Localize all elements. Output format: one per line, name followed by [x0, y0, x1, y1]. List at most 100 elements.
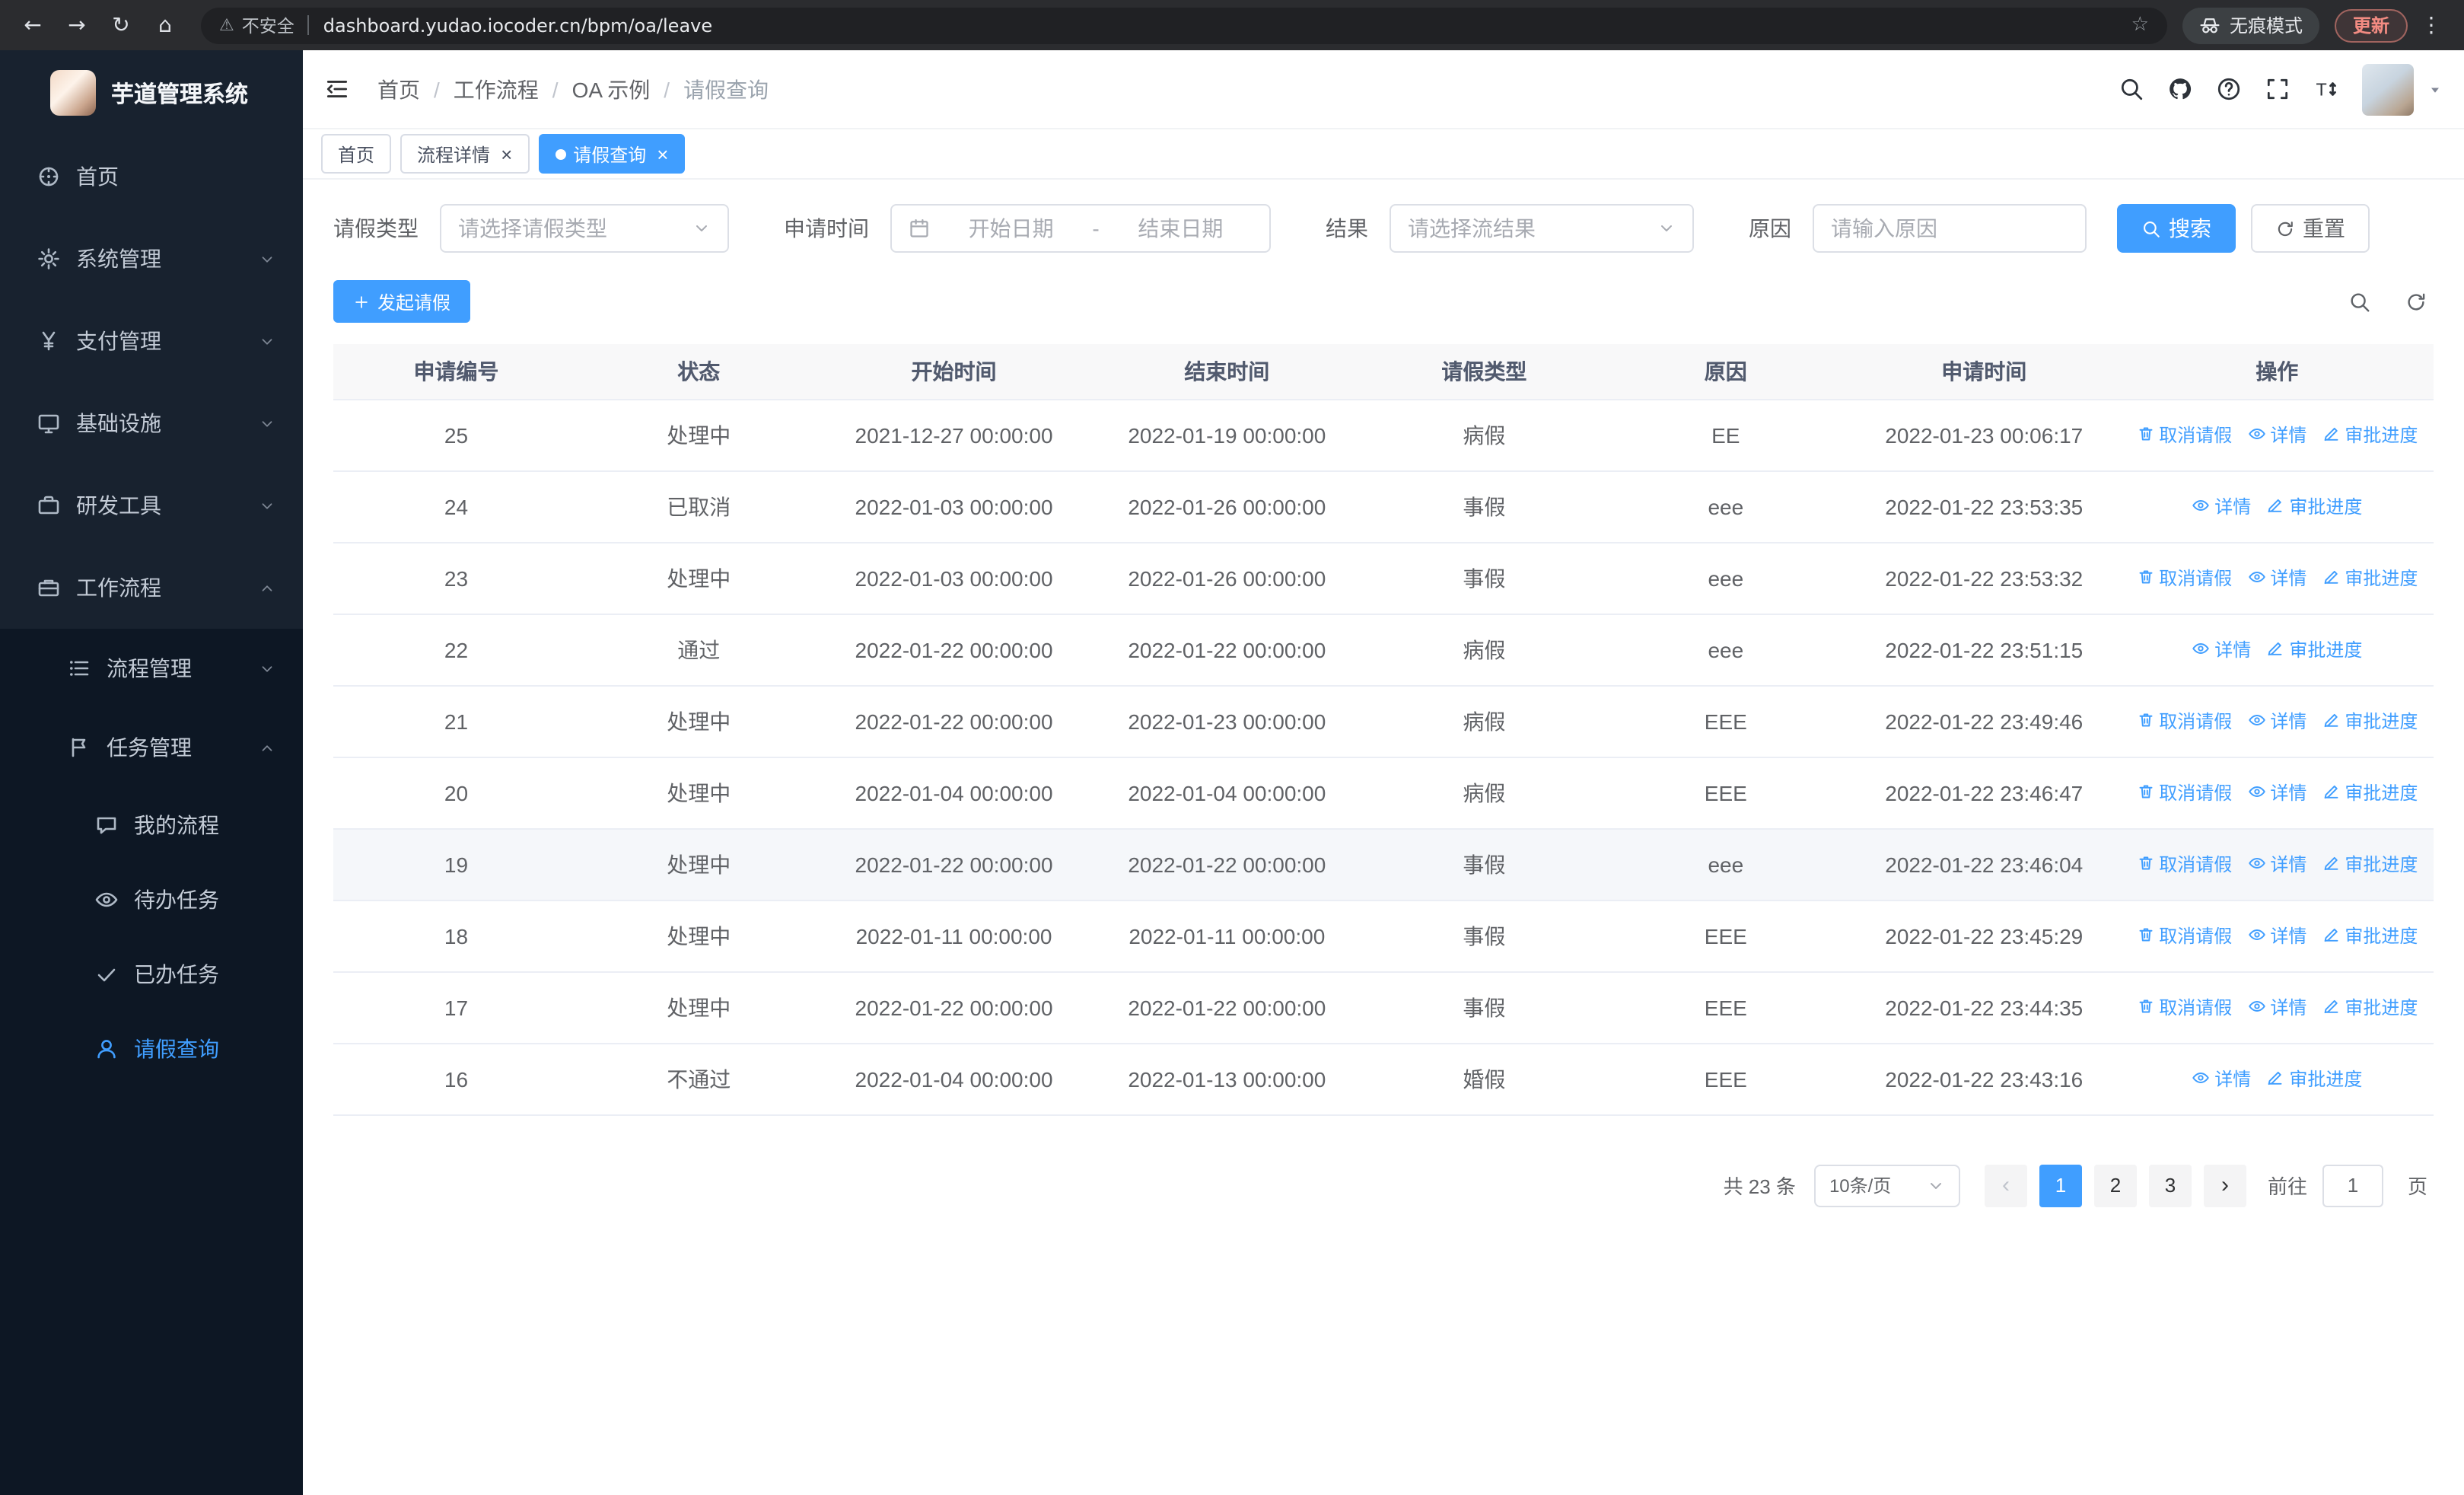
- page-button-1[interactable]: 1: [2039, 1164, 2082, 1207]
- cancel-leave-link[interactable]: 取消请假: [2136, 565, 2232, 591]
- progress-link[interactable]: 审批进度: [2322, 779, 2418, 805]
- search-button[interactable]: 搜索: [2117, 204, 2236, 253]
- cancel-leave-link[interactable]: 取消请假: [2136, 994, 2232, 1020]
- browser-forward-icon[interactable]: →: [56, 5, 97, 46]
- trash-icon: [2136, 569, 2154, 587]
- table-toolbar: 发起请假: [333, 280, 2434, 323]
- github-icon[interactable]: [2167, 76, 2193, 102]
- progress-link[interactable]: 审批进度: [2266, 636, 2362, 662]
- create-leave-button[interactable]: 发起请假: [333, 280, 471, 323]
- page-button-2[interactable]: 2: [2093, 1164, 2137, 1207]
- progress-link[interactable]: 审批进度: [2322, 994, 2418, 1020]
- tab-label: 请假查询: [573, 144, 647, 165]
- cancel-leave-link[interactable]: 取消请假: [2136, 779, 2232, 805]
- next-page-button[interactable]: ›: [2203, 1164, 2246, 1207]
- tab-process-detail[interactable]: 流程详情 ×: [400, 134, 530, 174]
- update-button[interactable]: 更新: [2334, 8, 2408, 42]
- detail-link[interactable]: 详情: [2247, 565, 2306, 591]
- cell-leave-type: 婚假: [1364, 1043, 1604, 1115]
- sidebar-item-process-management[interactable]: 流程管理: [0, 629, 303, 708]
- sidebar-item-payment[interactable]: 支付管理: [0, 300, 303, 382]
- end-date-placeholder[interactable]: 结束日期: [1109, 213, 1253, 244]
- browser-home-icon[interactable]: ⌂: [145, 5, 186, 46]
- sidebar-item-done-tasks[interactable]: 已办任务: [0, 936, 303, 1011]
- help-icon[interactable]: [2216, 76, 2242, 102]
- edit-icon: [2322, 712, 2340, 730]
- sidebar-item-workflow[interactable]: 工作流程: [0, 547, 303, 629]
- cancel-leave-link[interactable]: 取消请假: [2136, 708, 2232, 734]
- breadcrumb-item[interactable]: 首页: [377, 74, 420, 104]
- browser-reload-icon[interactable]: ↻: [100, 5, 142, 46]
- cell-apply-time: 2022-01-22 23:46:47: [1847, 757, 2121, 829]
- reason-input[interactable]: [1813, 204, 2087, 253]
- cancel-leave-link[interactable]: 取消请假: [2136, 923, 2232, 948]
- result-select[interactable]: 请选择流结果: [1390, 204, 1694, 253]
- leave-type-select[interactable]: 请选择请假类型: [440, 204, 729, 253]
- sidebar-item-home[interactable]: 首页: [0, 135, 303, 218]
- tab-leave-query[interactable]: 请假查询 ×: [538, 134, 686, 174]
- tab-home[interactable]: 首页: [321, 134, 392, 174]
- url-text[interactable]: dashboard.yudao.iocoder.cn/bpm/oa/leave: [323, 14, 2119, 36]
- browser-menu-icon[interactable]: ⋮: [2411, 5, 2452, 46]
- cell-id: 20: [333, 757, 579, 829]
- detail-link[interactable]: 详情: [2247, 779, 2306, 805]
- sidebar-item-todo-tasks[interactable]: 待办任务: [0, 862, 303, 936]
- progress-link[interactable]: 审批进度: [2322, 708, 2418, 734]
- column-header: 结束时间: [1089, 344, 1365, 400]
- detail-link[interactable]: 详情: [2247, 851, 2306, 877]
- security-label[interactable]: 不安全: [242, 13, 294, 37]
- font-size-icon[interactable]: T: [2313, 76, 2339, 102]
- bookmark-star-icon[interactable]: ☆: [2131, 14, 2149, 37]
- user-avatar[interactable]: [2362, 63, 2414, 115]
- reset-button[interactable]: 重置: [2251, 204, 2370, 253]
- start-date-placeholder[interactable]: 开始日期: [939, 213, 1083, 244]
- detail-link[interactable]: 详情: [2247, 422, 2306, 448]
- sidebar-item-infrastructure[interactable]: 基础设施: [0, 382, 303, 464]
- search-icon[interactable]: [2119, 76, 2144, 102]
- eye-icon: [2247, 926, 2265, 945]
- detail-link[interactable]: 详情: [2247, 923, 2306, 948]
- progress-link[interactable]: 审批进度: [2266, 1066, 2362, 1092]
- progress-link[interactable]: 审批进度: [2322, 565, 2418, 591]
- cell-actions: 取消请假 详情 审批进度: [2120, 542, 2434, 614]
- sidebar-item-label: 我的流程: [134, 812, 219, 837]
- detail-link[interactable]: 详情: [2192, 1066, 2251, 1092]
- progress-link[interactable]: 审批进度: [2322, 851, 2418, 877]
- page-size-select[interactable]: 10条/页: [1813, 1164, 1960, 1207]
- sidebar-item-my-process[interactable]: 我的流程: [0, 787, 303, 862]
- logo[interactable]: 芋道管理系统: [0, 50, 303, 135]
- sidebar-item-task-management[interactable]: 任务管理: [0, 708, 303, 787]
- apply-time-range-picker[interactable]: 开始日期 - 结束日期: [890, 204, 1271, 253]
- cell-id: 24: [333, 470, 579, 543]
- goto-page-input[interactable]: [2322, 1164, 2383, 1207]
- table-row: 19 处理中 2022-01-22 00:00:00 2022-01-22 00:00…: [333, 828, 2434, 901]
- close-icon[interactable]: ×: [657, 144, 668, 164]
- browser-back-icon[interactable]: ←: [12, 5, 53, 46]
- progress-link[interactable]: 审批进度: [2322, 422, 2418, 448]
- detail-link[interactable]: 详情: [2192, 636, 2251, 662]
- progress-link[interactable]: 审批进度: [2266, 493, 2362, 519]
- sidebar-item-dev-tools[interactable]: 研发工具: [0, 464, 303, 547]
- breadcrumb-item[interactable]: OA 示例: [572, 74, 651, 104]
- sidebar-item-label: 基础设施: [76, 411, 161, 435]
- refresh-table-icon[interactable]: [2405, 290, 2427, 313]
- detail-link[interactable]: 详情: [2247, 994, 2306, 1020]
- avatar-caret-icon[interactable]: [2427, 81, 2443, 97]
- cancel-leave-link[interactable]: 取消请假: [2136, 422, 2232, 448]
- address-bar[interactable]: ⚠ 不安全 dashboard.yudao.iocoder.cn/bpm/oa/…: [201, 7, 2167, 43]
- prev-page-button[interactable]: ‹: [1984, 1164, 2027, 1207]
- breadcrumb-item[interactable]: 工作流程: [454, 74, 539, 104]
- toggle-search-icon[interactable]: [2348, 290, 2371, 313]
- detail-link[interactable]: 详情: [2247, 708, 2306, 734]
- detail-link[interactable]: 详情: [2192, 493, 2251, 519]
- sidebar-item-system[interactable]: 系统管理: [0, 218, 303, 300]
- menu-fold-icon[interactable]: [324, 76, 350, 102]
- cancel-leave-link[interactable]: 取消请假: [2136, 851, 2232, 877]
- close-icon[interactable]: ×: [501, 144, 512, 164]
- page-button-3[interactable]: 3: [2148, 1164, 2192, 1207]
- page-buttons: 123: [2033, 1164, 2198, 1207]
- progress-link[interactable]: 审批进度: [2322, 923, 2418, 948]
- sidebar-item-leave-query[interactable]: 请假查询: [0, 1011, 303, 1085]
- fullscreen-icon[interactable]: [2265, 76, 2291, 102]
- chevron-down-icon: [259, 415, 275, 432]
